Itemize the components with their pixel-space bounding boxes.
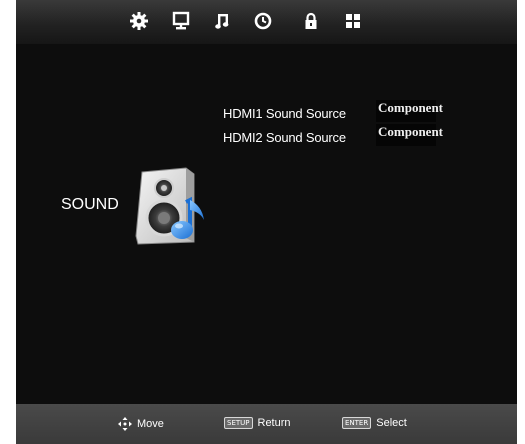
menu-tab-bar xyxy=(16,0,517,45)
enter-key-icon: ENTER xyxy=(342,417,372,429)
tv-screen: SOUND HDMI1 Sound Source Component HDMI2… xyxy=(16,0,517,444)
move-label: Move xyxy=(137,418,164,430)
music-note-icon xyxy=(215,14,229,29)
move-hint: Move xyxy=(118,417,164,431)
hdmi2-sound-source-label[interactable]: HDMI2 Sound Source xyxy=(223,130,346,145)
speaker-icon xyxy=(135,167,204,245)
return-label: Return xyxy=(257,417,291,429)
select-hint: ENTER Select xyxy=(342,417,407,429)
section-title: SOUND xyxy=(61,196,119,213)
hdmi1-sound-source-value[interactable]: Component xyxy=(376,100,443,122)
tab-picture[interactable] xyxy=(166,6,196,36)
clock-icon xyxy=(254,12,272,30)
return-hint: SETUP Return xyxy=(224,417,291,429)
tab-time[interactable] xyxy=(248,6,278,36)
hdmi2-sound-source-value[interactable]: Component xyxy=(376,124,443,146)
tab-lock[interactable] xyxy=(296,6,326,36)
grid-icon xyxy=(346,14,360,28)
setup-key-icon: SETUP xyxy=(224,417,253,429)
monitor-icon xyxy=(172,11,190,30)
tab-setup[interactable] xyxy=(124,6,154,36)
select-label: Select xyxy=(376,417,407,429)
sound-settings-panel: SOUND HDMI1 Sound Source Component HDMI2… xyxy=(16,44,517,404)
hdmi1-sound-source-label[interactable]: HDMI1 Sound Source xyxy=(223,106,346,121)
footer-hint-bar: Move SETUP Return ENTER Select xyxy=(16,404,517,444)
gear-icon xyxy=(130,12,148,30)
tab-apps[interactable] xyxy=(338,6,368,36)
directional-arrows-icon xyxy=(118,417,132,431)
tab-sound[interactable] xyxy=(208,6,238,36)
lock-icon xyxy=(305,12,317,29)
